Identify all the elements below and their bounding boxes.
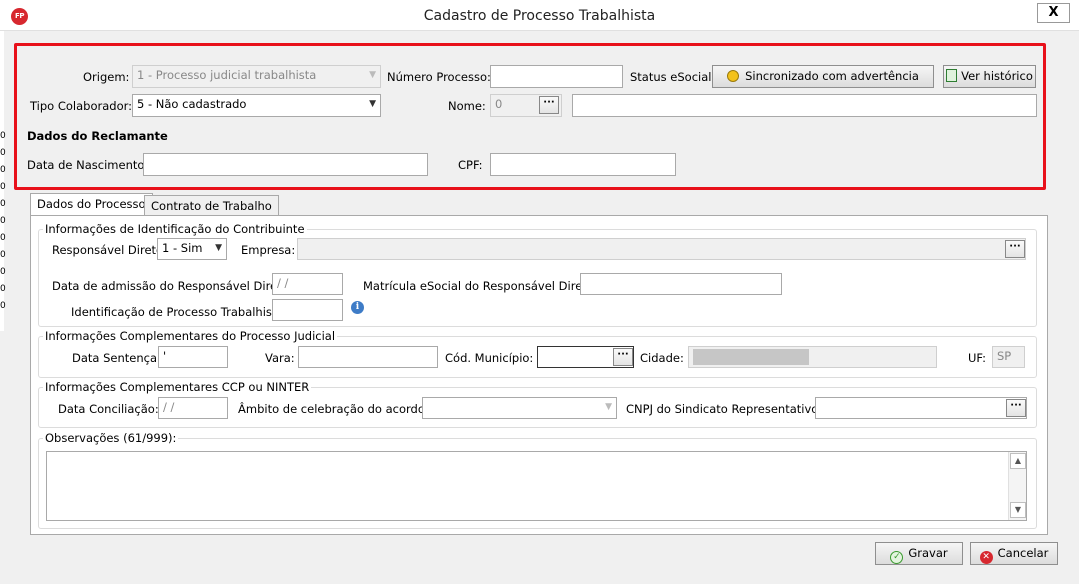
- responsavel-value: 1 - Sim: [162, 241, 203, 255]
- empresa-input[interactable]: [297, 238, 1026, 260]
- scroll-down-icon[interactable]: ▼: [1010, 502, 1026, 518]
- tab-contrato-trabalho[interactable]: Contrato de Trabalho: [144, 195, 279, 217]
- empresa-label: Empresa:: [241, 243, 296, 257]
- chevron-down-icon: ▼: [215, 243, 222, 253]
- cpf-label: CPF:: [458, 158, 483, 172]
- tipo-colaborador-label: Tipo Colaborador:: [30, 99, 133, 113]
- edge-char: 0: [0, 233, 6, 243]
- edge-char: 0: [0, 267, 6, 277]
- cnpj-search-button[interactable]: ···: [1006, 399, 1026, 417]
- tipo-colaborador-value: 5 - Não cadastrado: [137, 97, 247, 111]
- responsavel-label: Responsável Direto:: [52, 243, 167, 257]
- cidade-redacted-area: [693, 349, 809, 365]
- cod-municipio-label: Cód. Município:: [445, 351, 534, 365]
- data-nascimento-input[interactable]: [143, 153, 428, 176]
- uf-label: UF:: [968, 351, 987, 365]
- edge-char: 0: [0, 250, 6, 260]
- info-icon[interactable]: i: [351, 301, 364, 314]
- edge-char: 0: [0, 165, 6, 175]
- ambito-select[interactable]: ▼: [422, 397, 617, 419]
- cnpj-label: CNPJ do Sindicato Representativo:: [626, 402, 823, 416]
- cancelar-label: Cancelar: [997, 546, 1049, 560]
- nome-code-value: 0: [495, 97, 503, 111]
- data-sentenca-label: Data Sentença:: [72, 351, 161, 365]
- numero-processo-input[interactable]: [490, 65, 623, 88]
- status-esocial-label: Status eSocial:: [630, 70, 716, 84]
- cpf-input[interactable]: [490, 153, 676, 176]
- origem-select[interactable]: 1 - Processo judicial trabalhista ▼: [132, 65, 381, 88]
- background-window-edge: 0 0 0 0 0 0 0 0 0 0 0: [0, 31, 6, 331]
- gravar-label: Gravar: [908, 546, 948, 560]
- chevron-down-icon: ▼: [605, 402, 612, 412]
- history-icon: [946, 69, 958, 82]
- tipo-colaborador-select[interactable]: 5 - Não cadastrado ▼: [132, 94, 381, 117]
- empresa-search-button[interactable]: ···: [1005, 240, 1025, 258]
- edge-char: 0: [0, 301, 6, 311]
- check-icon: ✓: [890, 551, 904, 564]
- cidade-label: Cidade:: [640, 351, 684, 365]
- uf-input[interactable]: SP: [992, 346, 1025, 368]
- edge-char: 0: [0, 284, 6, 294]
- nome-label: Nome:: [448, 99, 486, 113]
- nome-search-button[interactable]: ···: [539, 96, 559, 114]
- edge-char: 0: [0, 131, 6, 141]
- edge-char: 0: [0, 199, 6, 209]
- cnpj-input[interactable]: [815, 397, 1027, 419]
- ambito-label: Âmbito de celebração do acordo:: [238, 402, 429, 416]
- data-conciliacao-input[interactable]: / /: [158, 397, 228, 419]
- identificacao-input[interactable]: [272, 299, 343, 321]
- tab-dados-processo[interactable]: Dados do Processo: [30, 193, 153, 217]
- edge-char: 0: [0, 148, 6, 158]
- cancel-icon: ✕: [979, 551, 993, 564]
- warning-check-icon: [727, 70, 740, 82]
- chevron-down-icon: ▼: [369, 70, 376, 80]
- status-esocial-text: Sincronizado com advertência: [745, 69, 919, 83]
- gravar-button[interactable]: ✓ Gravar: [875, 542, 963, 565]
- contribuinte-group-title: Informações de Identificação do Contribu…: [43, 222, 307, 236]
- observacoes-title: Observações (61/999):: [43, 431, 179, 445]
- dados-reclamante-heading: Dados do Reclamante: [27, 129, 168, 143]
- chevron-down-icon: ▼: [369, 99, 376, 109]
- close-button[interactable]: X: [1037, 3, 1070, 23]
- ccp-group-title: Informações Complementares CCP ou NINTER: [43, 380, 312, 394]
- ver-historico-button[interactable]: Ver histórico: [943, 65, 1036, 88]
- origem-value: 1 - Processo judicial trabalhista: [137, 68, 317, 82]
- admissao-label: Data de admissão do Responsável Direto:: [52, 279, 293, 293]
- edge-char: 0: [0, 216, 6, 226]
- data-sentenca-input[interactable]: ': [158, 346, 228, 368]
- ver-historico-label: Ver histórico: [961, 69, 1033, 83]
- data-nascimento-label: Data de Nascimento:: [27, 158, 149, 172]
- scroll-up-icon[interactable]: ▲: [1010, 453, 1026, 469]
- nome-input[interactable]: [572, 94, 1037, 117]
- numero-processo-label: Número Processo:: [387, 70, 491, 84]
- municipio-search-button[interactable]: ···: [613, 348, 633, 366]
- status-esocial-button[interactable]: Sincronizado com advertência: [712, 65, 934, 88]
- responsavel-select[interactable]: 1 - Sim ▼: [157, 238, 227, 260]
- admissao-input[interactable]: / /: [272, 273, 343, 295]
- observacoes-scrollbar[interactable]: ▲ ▼: [1008, 452, 1026, 520]
- data-conciliacao-label: Data Conciliação:: [58, 402, 159, 416]
- observacoes-textarea[interactable]: [46, 451, 1027, 521]
- edge-char: 0: [0, 182, 6, 192]
- origem-label: Origem:: [83, 70, 130, 84]
- vara-label: Vara:: [265, 351, 295, 365]
- identificacao-label: Identificação de Processo Trabalhista:: [71, 305, 288, 319]
- vara-input[interactable]: [298, 346, 438, 368]
- matricula-label: Matrícula eSocial do Responsável Direto: [363, 279, 594, 293]
- judicial-group-title: Informações Complementares do Processo J…: [43, 329, 338, 343]
- matricula-input[interactable]: [580, 273, 782, 295]
- window-title: Cadastro de Processo Trabalhista: [423, 8, 656, 24]
- cancelar-button[interactable]: ✕ Cancelar: [970, 542, 1058, 565]
